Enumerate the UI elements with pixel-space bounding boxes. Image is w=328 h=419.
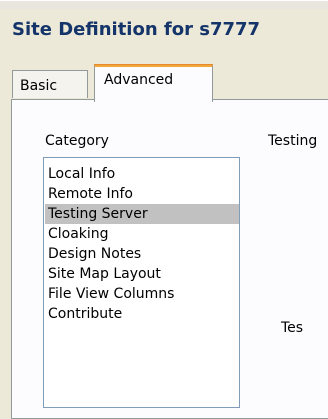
tab-bar: Basic Advanced (11, 64, 328, 102)
category-list[interactable]: Local Info Remote Info Testing Server Cl… (43, 157, 240, 408)
category-item-cloaking[interactable]: Cloaking (45, 224, 239, 244)
top-strip (0, 1, 328, 9)
category-label: Category (45, 133, 109, 149)
category-item-local-info[interactable]: Local Info (45, 164, 239, 184)
tab-advanced[interactable]: Advanced (94, 64, 213, 102)
tab-basic[interactable]: Basic (12, 70, 88, 98)
dialog-title: Site Definition for s7777 (12, 19, 261, 40)
category-item-contribute[interactable]: Contribute (45, 304, 239, 324)
category-item-design-notes[interactable]: Design Notes (45, 244, 239, 264)
site-definition-dialog: Site Definition for s7777 Basic Advanced… (0, 0, 328, 419)
section-heading: Testing (268, 133, 318, 149)
category-item-testing-server[interactable]: Testing Server (45, 204, 239, 224)
category-item-file-view-columns[interactable]: File View Columns (45, 284, 239, 304)
category-item-remote-info[interactable]: Remote Info (45, 184, 239, 204)
category-item-site-map-layout[interactable]: Site Map Layout (45, 264, 239, 284)
field-label-fragment: Tes (281, 320, 304, 336)
